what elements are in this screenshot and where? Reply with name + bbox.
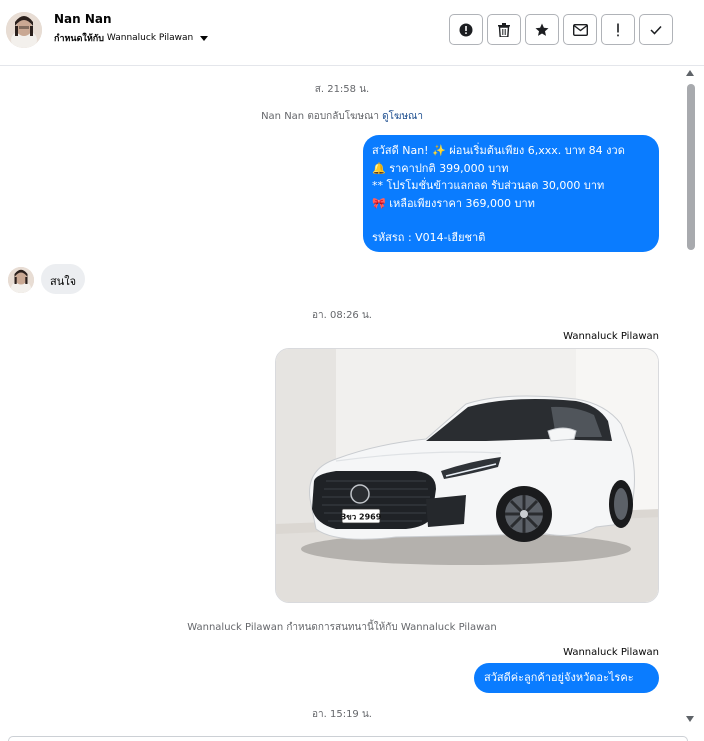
sender-name: Wannaluck Pilawan	[563, 647, 659, 658]
caret-down-icon	[200, 35, 209, 41]
timestamp: อา. 08:26 น.	[312, 310, 372, 321]
assignee-name: Wannaluck Pilawan	[106, 33, 194, 43]
scroll-up-arrow-icon[interactable]	[686, 70, 694, 76]
envelope-icon	[572, 23, 588, 36]
timestamp: อา. 15:19 น.	[312, 709, 372, 720]
promo-line: สวัสดี Nan! ✨ ผ่อนเริ่มต้นเพียง 6,xxx. บ…	[372, 144, 625, 157]
promo-message-bubble[interactable]: สวัสดี Nan! ✨ ผ่อนเริ่มต้นเพียง 6,xxx. บ…	[363, 135, 659, 252]
sender-avatar[interactable]	[8, 267, 34, 293]
assigned-prefix: กำหนดให้กับ	[54, 34, 104, 44]
follow-up-button[interactable]	[601, 14, 635, 45]
contact-name[interactable]: Nan Nan	[54, 12, 112, 26]
contact-avatar[interactable]	[6, 12, 42, 48]
sender-name: Wannaluck Pilawan	[563, 331, 659, 342]
promo-line: 🎀 เหลือเพียงราคา 369,000 บาท	[372, 196, 535, 210]
star-button[interactable]	[525, 14, 559, 45]
trash-icon	[498, 22, 510, 37]
timestamp: ส. 21:58 น.	[314, 84, 370, 95]
car-image: 3ขว 2969	[276, 349, 658, 602]
conversation-header: Nan Nan กำหนดให้กับ Wannaluck Pilawan	[0, 0, 704, 66]
outgoing-message-bubble[interactable]: สวัสดีค่ะลูกค้าอยู่จังหวัดอะไรคะ	[474, 663, 659, 693]
scroll-down-arrow-icon[interactable]	[686, 716, 694, 722]
ad-reply-notice: Nan Nan ตอบกลับโฆษณา ดูโฆษณา	[0, 109, 684, 124]
composer-edge	[8, 736, 688, 741]
incoming-message-bubble[interactable]: สนใจ	[41, 264, 86, 294]
car-photo[interactable]: 3ขว 2969	[275, 348, 659, 603]
exclamation-icon	[617, 23, 619, 36]
mark-spam-button[interactable]	[449, 14, 483, 45]
conversation-toolbar	[449, 14, 673, 45]
delete-button[interactable]	[487, 14, 521, 45]
promo-line: รหัสรถ : V014-เฮียชาติ	[372, 231, 486, 244]
checkmark-icon	[650, 25, 662, 35]
star-icon	[535, 23, 549, 36]
assignee-selector[interactable]: กำหนดให้กับ Wannaluck Pilawan	[54, 31, 209, 45]
mark-done-button[interactable]	[639, 14, 673, 45]
view-ad-link[interactable]: ดูโฆษณา	[382, 111, 423, 122]
message-text: สนใจ	[50, 275, 77, 288]
promo-line: 🔔 ราคาปกติ 399,000 บาท	[372, 161, 509, 175]
car-plate-text: 3ขว 2969	[341, 513, 382, 522]
ad-reply-text: Nan Nan ตอบกลับโฆษณา	[261, 111, 379, 122]
alert-circle-icon	[459, 23, 473, 36]
mark-unread-button[interactable]	[563, 14, 597, 45]
assignment-notice: Wannaluck Pilawan กำหนดการสนทนานี้ให้กับ…	[187, 622, 497, 633]
promo-line: ** โปรโมชั่นข้าวแลกลด รับส่วนลด 30,000 บ…	[372, 179, 605, 192]
scrollbar-thumb[interactable]	[687, 84, 695, 250]
message-thread: ส. 21:58 น. Nan Nan ตอบกลับโฆษณา ดูโฆษณา…	[0, 66, 684, 741]
message-text: สวัสดีค่ะลูกค้าอยู่จังหวัดอะไรคะ	[484, 671, 634, 684]
